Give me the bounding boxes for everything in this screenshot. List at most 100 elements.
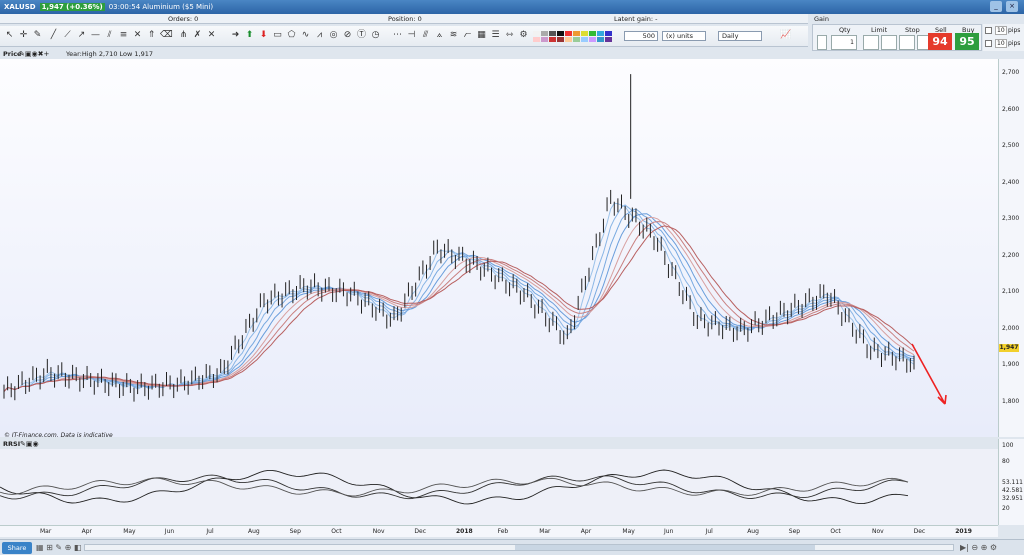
units-select[interactable]: (x) units [662,31,706,41]
color-swatch[interactable] [549,37,556,42]
x-tick-label: Nov [372,528,385,535]
rect-icon[interactable]: ▭ [272,29,283,42]
forecast-arrow [911,343,947,405]
dots-icon[interactable]: ⋯ [392,29,403,42]
ray-icon[interactable]: ⟋ [62,29,73,42]
x-tick-label: 2018 [456,528,473,535]
position-status: Position: 0 [388,15,422,23]
color-swatch[interactable] [549,31,556,36]
indicator-chart[interactable] [0,449,998,525]
erase-icon[interactable]: ⌫ [160,29,173,42]
scroll-thumb[interactable] [515,545,815,550]
limit-up-icon[interactable] [863,35,879,50]
color-swatch[interactable] [597,31,604,36]
buy-button[interactable]: 95 [955,33,979,50]
color-swatch[interactable] [581,37,588,42]
speed-icon[interactable]: ⦧ [462,29,473,42]
arrow-right-icon[interactable]: ➜ [230,29,241,42]
cycle-icon[interactable]: ≋ [448,29,459,42]
color-swatch[interactable] [565,37,572,42]
color-swatch[interactable] [597,37,604,42]
qty-input[interactable]: 1 [831,35,857,50]
pips-value[interactable]: 10 [995,39,1007,48]
crosshair-icon[interactable]: ✛ [18,29,29,42]
line-icon[interactable]: ╱ [48,29,59,42]
indicator-tools-icon[interactable]: ✎▣◉ [20,440,39,448]
x-tick-label: Sep [289,528,301,535]
period-select[interactable]: Daily [718,31,762,41]
text-icon[interactable]: Ⓣ [356,29,367,42]
minimize-icon[interactable]: _ [990,1,1002,12]
color-swatch[interactable] [605,31,612,36]
x-tick-label: Oct [830,528,841,535]
x-tick-label: Feb [497,528,509,535]
settings-icon[interactable]: ⚙ [518,29,529,42]
arrow-up-icon[interactable]: ⇑ [146,29,157,42]
wrench-icon[interactable] [817,35,827,50]
color-swatch[interactable] [605,37,612,42]
poly-icon[interactable]: ⬠ [286,29,297,42]
price-chart[interactable]: © IT-Finance.com. Data is indicative [0,59,998,439]
bracket-icon[interactable]: ⊣ [406,29,417,42]
layers-icon[interactable]: ☰ [490,29,501,42]
color-swatch[interactable] [589,37,596,42]
sell-button[interactable]: 94 [928,33,952,50]
indicator-line [0,474,909,500]
toolbar-icons[interactable]: ▦ ⊞ ✎ ⊕ ◧ [36,543,81,552]
price-header: Price ✎▣◉✖+ Year:High 2,710 Low 1,917 [0,49,998,59]
color-swatch[interactable] [533,37,540,42]
grid-icon[interactable]: ▦ [476,29,487,42]
scrollbar[interactable] [84,544,954,551]
y-tick-label: 2,400 [1002,178,1020,186]
pips-checkbox[interactable] [985,27,992,34]
stop-label: Stop [905,26,920,34]
color-swatch[interactable] [557,31,564,36]
color-swatch[interactable] [533,31,540,36]
clock-icon[interactable]: ◷ [370,29,381,42]
gann-icon[interactable]: ✕ [132,29,143,42]
target-icon[interactable]: ◎ [328,29,339,42]
color-swatch[interactable] [573,37,580,42]
change-badge: 1,947 (+0.36%) [39,3,105,11]
fan-icon[interactable]: ⟑ [434,29,445,42]
pips-value[interactable]: 10 [995,26,1007,35]
parallel-icon[interactable]: ⫻ [420,29,431,42]
pitchfork-icon[interactable]: ⋔ [178,29,189,42]
color-swatch[interactable] [581,31,588,36]
magnet-icon[interactable]: ⊘ [342,29,353,42]
cross-icon[interactable]: ✗ [192,29,203,42]
pointer-icon[interactable]: ↖ [4,29,15,42]
indicator-header: RRSI ✎▣◉ [0,439,998,449]
color-swatch[interactable] [541,37,548,42]
hline-icon[interactable]: — [90,29,101,42]
x-tick-label: Apr [580,528,592,535]
channel-icon[interactable]: ⫽ [104,29,115,42]
color-swatch[interactable] [541,31,548,36]
stop-up-icon[interactable] [899,35,915,50]
buy-arrow-icon[interactable]: ⬆ [244,29,255,42]
tool-icon[interactable]: ✎▣◉✖+ [19,50,49,58]
limit-down-icon[interactable] [881,35,897,50]
quantity-input[interactable]: 500 [624,31,658,41]
wave-icon[interactable]: ∿ [300,29,311,42]
pips-checkbox[interactable] [985,40,992,47]
pencil-icon[interactable]: ✎ [32,29,43,42]
share-button[interactable]: Share [2,542,32,554]
fib-icon[interactable]: ≡ [118,29,129,42]
color-swatch[interactable] [589,31,596,36]
measure-icon[interactable]: ⇿ [504,29,515,42]
color-swatch[interactable] [557,37,564,42]
y-tick-label: 2,300 [1002,215,1020,222]
color-swatch[interactable] [573,31,580,36]
color-swatch[interactable] [565,31,572,36]
x-tick-label: Aug [747,528,759,535]
x-tick-label: Dec [414,528,427,535]
x-tool-icon[interactable]: ✕ [206,29,217,42]
zigzag-icon[interactable]: ⩘ [314,29,325,42]
limit-label: Limit [871,26,888,34]
sell-arrow-icon[interactable]: ⬇ [258,29,269,42]
trend-icon[interactable]: ↗ [76,29,87,42]
chart-type-icon[interactable]: 📈 [776,29,796,42]
nav-icons[interactable]: ▶| ⊖ ⊕ ⚙ [960,543,997,552]
close-icon[interactable]: × [1006,1,1018,12]
